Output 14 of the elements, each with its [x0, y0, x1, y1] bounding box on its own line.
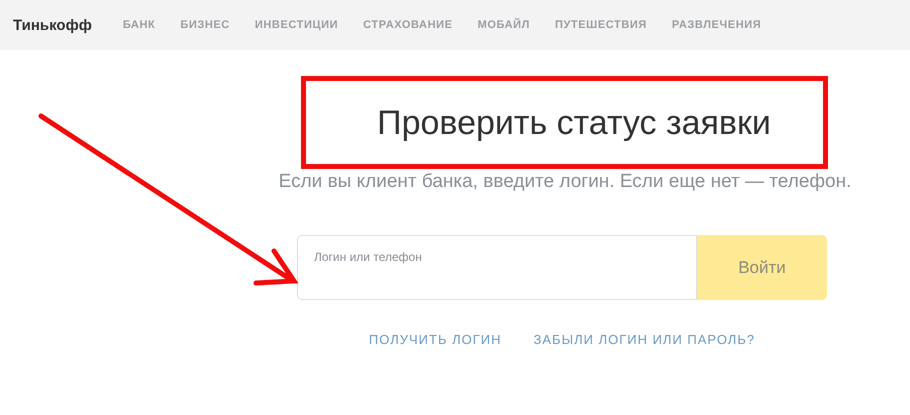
instruction-text: Если вы клиент банка, введите логин. Если еще нет — телефон.: [278, 171, 852, 193]
page-title: Проверить статус заявки: [376, 103, 771, 143]
text-link[interactable]: ПОЛУЧИТЬ ЛОГИН: [368, 332, 502, 347]
nav-link[interactable]: РАЗВЛЕЧЕНИЯ: [672, 19, 762, 31]
text-link[interactable]: ЗАБЫЛИ ЛОГИН ИЛИ ПАРОЛЬ?: [534, 332, 756, 347]
nav-link[interactable]: МОБАЙЛ: [478, 19, 530, 31]
nav-link[interactable]: БАНК: [122, 19, 156, 31]
nav-link[interactable]: СТРАХОВАНИЕ: [363, 19, 453, 31]
nav-link[interactable]: ПУТЕШЕСТВИЯ: [554, 19, 647, 31]
nav-link[interactable]: ИНВЕСТИЦИИ: [254, 19, 338, 31]
logo-link[interactable]: Тинькофф: [13, 16, 92, 34]
nav-link[interactable]: БИЗНЕС: [180, 19, 230, 31]
login-field[interactable]: Логин или телефон: [297, 235, 697, 300]
login-button[interactable]: Войти: [697, 235, 827, 300]
